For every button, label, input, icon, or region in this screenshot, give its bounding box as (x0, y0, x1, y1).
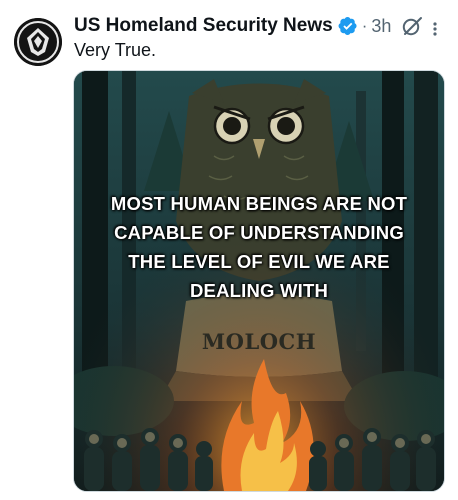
verified-badge-icon (338, 16, 358, 36)
meme-caption-line: MOST HUMAN BEINGS ARE NOT (110, 193, 408, 214)
tweet[interactable]: US Homeland Security News · 3h Very True… (0, 0, 458, 500)
tweet-header: US Homeland Security News · 3h (74, 14, 423, 38)
timestamp[interactable]: 3h (371, 16, 391, 37)
grok-icon[interactable] (401, 15, 423, 37)
meme-caption-line: DEALING WITH (189, 280, 329, 301)
avatar[interactable] (14, 18, 62, 66)
shield-eagle-avatar-icon (14, 18, 62, 66)
more-options-icon[interactable] (428, 18, 442, 40)
meme-caption-line: CAPABLE OF UNDERSTANDING (114, 222, 404, 243)
display-name[interactable]: US Homeland Security News (74, 15, 333, 37)
statue-inscription: MOLOCH (201, 329, 317, 354)
meme-caption: MOST HUMAN BEINGS ARE NOT CAPABLE OF UND… (74, 189, 444, 305)
tweet-media-image[interactable]: MOST HUMAN BEINGS ARE NOT CAPABLE OF UND… (73, 70, 445, 492)
tweet-text: Very True. (74, 40, 157, 60)
separator-dot: · (361, 16, 368, 35)
meme-caption-line: THE LEVEL OF EVIL WE ARE (128, 251, 390, 272)
